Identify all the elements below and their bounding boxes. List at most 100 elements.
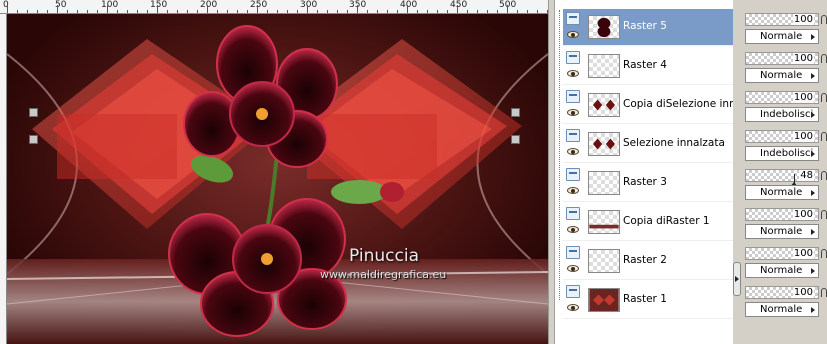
- ruler-tick: [127, 10, 128, 13]
- blend-mode-select[interactable]: Normale: [745, 302, 819, 317]
- layer-type-icon: [566, 129, 580, 142]
- ruler-tick: [207, 5, 208, 13]
- layer-type-icon: [566, 51, 580, 64]
- selection-handle[interactable]: [29, 135, 38, 144]
- ruler-tick: [277, 10, 278, 13]
- opacity-slider[interactable]: 48: [745, 169, 819, 187]
- eye-icon[interactable]: [567, 70, 579, 77]
- opacity-slider[interactable]: 100: [745, 91, 819, 104]
- eye-icon[interactable]: [567, 265, 579, 272]
- ruler-tick: [487, 10, 488, 13]
- layer-name: Copia diSelezione innalzata: [623, 98, 735, 110]
- blend-mode-select[interactable]: Normale: [745, 263, 819, 278]
- lock-icon[interactable]: [821, 210, 827, 219]
- opacity-slider[interactable]: 100: [745, 208, 819, 221]
- blend-mode-select[interactable]: Normale: [745, 185, 819, 200]
- eye-icon[interactable]: [567, 109, 579, 116]
- ruler-tick: [317, 10, 318, 13]
- ruler-tick: [427, 10, 428, 13]
- layer-props-row: 100 Normale: [743, 204, 827, 241]
- layer-row-raster-1[interactable]: Raster 1: [563, 282, 735, 319]
- eye-icon[interactable]: [567, 304, 579, 311]
- ruler-tick: [47, 10, 48, 13]
- ruler-tick: [297, 10, 298, 13]
- layer-type-icon: [566, 207, 580, 220]
- lock-icon[interactable]: [821, 54, 827, 63]
- layer-name: Raster 2: [623, 254, 667, 266]
- eye-icon[interactable]: [567, 31, 579, 38]
- blend-mode-select[interactable]: Normale: [745, 224, 819, 239]
- blend-mode-select[interactable]: Indebolisci: [745, 107, 819, 122]
- ruler-tick: [97, 10, 98, 13]
- blend-mode-select[interactable]: Indebolisci: [745, 146, 819, 161]
- opacity-slider[interactable]: 100: [745, 130, 819, 143]
- lock-icon[interactable]: [821, 249, 827, 258]
- lock-icon[interactable]: [821, 171, 827, 180]
- ruler-tick: [407, 5, 408, 13]
- layer-row-raster-2[interactable]: Raster 2: [563, 243, 735, 280]
- lock-icon[interactable]: [821, 15, 827, 24]
- blend-mode-select[interactable]: Normale: [745, 29, 819, 44]
- ruler-tick: [447, 10, 448, 13]
- lock-icon[interactable]: [821, 288, 827, 297]
- flower-thumbnail-icon: [588, 15, 620, 39]
- layer-properties-column: 100 Normale 100 Normale 100 Indebolisci …: [741, 0, 827, 344]
- layer-props-row: 48 Normale: [743, 165, 827, 202]
- layer-tree-line: [559, 10, 560, 300]
- diamond-pair-thumbnail-icon: [588, 132, 620, 156]
- ruler-label: 450: [450, 0, 468, 10]
- opacity-value: 100: [792, 287, 814, 298]
- ruler-tick: [377, 10, 378, 13]
- ruler-tick: [77, 10, 78, 13]
- ruler-label: 200: [200, 0, 218, 10]
- ruler-tick: [227, 10, 228, 13]
- layer-row-raster-5[interactable]: Raster 5: [563, 9, 735, 46]
- layer-type-icon: [566, 285, 580, 298]
- opacity-value: 100: [792, 92, 814, 103]
- opacity-slider[interactable]: 100: [745, 52, 819, 65]
- empty-thumbnail-icon: [588, 54, 620, 78]
- ruler-tick: [387, 10, 388, 13]
- collapse-panel-button[interactable]: [733, 262, 741, 296]
- ruler-tick: [497, 10, 498, 13]
- image-canvas[interactable]: Pinuccia www.maldiregrafica.eu: [7, 14, 548, 344]
- opacity-slider-thumb[interactable]: [790, 174, 798, 187]
- layer-row-copia-selezione[interactable]: Copia diSelezione innalzata: [563, 87, 735, 124]
- opacity-value: 100: [792, 53, 814, 64]
- layer-name: Raster 3: [623, 176, 667, 188]
- layer-name: Raster 5: [623, 20, 667, 32]
- ruler-tick: [57, 5, 58, 13]
- ruler-tick: [397, 10, 398, 13]
- watermark-name: Pinuccia: [349, 246, 419, 266]
- selection-handle[interactable]: [511, 135, 520, 144]
- ruler-tick: [157, 5, 158, 13]
- ruler-tick: [257, 5, 258, 13]
- opacity-value: 100: [792, 209, 814, 220]
- ruler-tick: [527, 10, 528, 13]
- selection-handle[interactable]: [511, 108, 520, 117]
- eye-icon[interactable]: [567, 226, 579, 233]
- layer-props-row: 100 Normale: [743, 243, 827, 280]
- empty-thumbnail-icon: [588, 249, 620, 273]
- canvas-artwork: [7, 25, 548, 344]
- ruler-tick: [107, 5, 108, 13]
- lock-icon[interactable]: [821, 132, 827, 141]
- eye-icon[interactable]: [567, 187, 579, 194]
- layer-row-raster-3[interactable]: Raster 3: [563, 165, 735, 202]
- layer-row-selezione[interactable]: Selezione innalzata: [563, 126, 735, 163]
- layer-name: Copia diRaster 1: [623, 215, 710, 227]
- selection-handle[interactable]: [29, 108, 38, 117]
- lock-icon[interactable]: [821, 93, 827, 102]
- eye-icon[interactable]: [567, 148, 579, 155]
- layer-type-icon: [566, 12, 580, 25]
- layer-row-copia-raster-1[interactable]: Copia diRaster 1: [563, 204, 735, 241]
- blend-mode-select[interactable]: Normale: [745, 68, 819, 83]
- watermark-url: www.maldiregrafica.eu: [320, 268, 447, 281]
- opacity-slider[interactable]: 100: [745, 247, 819, 260]
- opacity-slider[interactable]: 100: [745, 286, 819, 299]
- layer-props-row: 100 Normale: [743, 282, 827, 319]
- layer-row-raster-4[interactable]: Raster 4: [563, 48, 735, 85]
- opacity-slider[interactable]: 100: [745, 13, 819, 26]
- ruler-tick: [327, 10, 328, 13]
- opacity-value: 48: [799, 170, 814, 181]
